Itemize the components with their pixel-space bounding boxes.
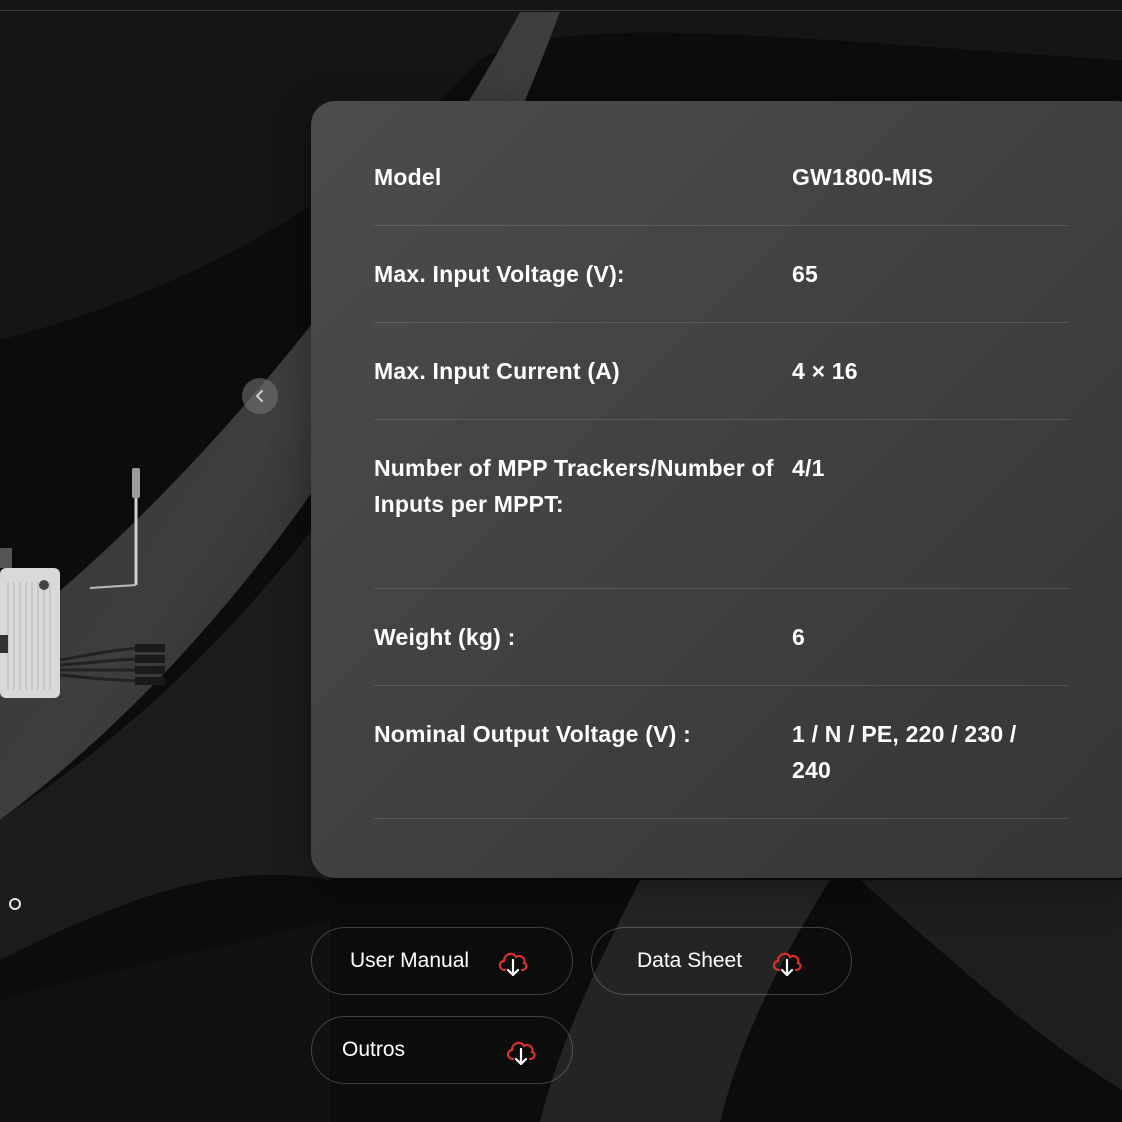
data-sheet-label: Data Sheet: [637, 949, 743, 972]
specifications-card: Model GW1800-MIS Max. Input Voltage (V):…: [311, 101, 1122, 878]
cloud-download-icon: [772, 952, 802, 977]
spec-value: 4 × 16: [792, 358, 858, 384]
spec-label: Max. Input Voltage (V):: [374, 261, 625, 287]
spec-label: Number of MPP Trackers/Number of Inputs …: [374, 455, 774, 517]
spec-row-nominal-output-voltage: Nominal Output Voltage (V) : 1 / N / PE,…: [374, 686, 1069, 819]
spec-row-max-input-current: Max. Input Current (A) 4 × 16: [374, 323, 1069, 420]
spec-value: 1 / N / PE, 220 / 230 / 240: [792, 721, 1017, 783]
spec-label: Model: [374, 164, 442, 190]
spec-value: 4/1: [792, 455, 825, 481]
spec-value: 6: [792, 624, 805, 650]
data-sheet-download-button[interactable]: Data Sheet: [591, 927, 852, 995]
others-label: Outros: [342, 1038, 406, 1061]
spec-row-mpp-trackers: Number of MPP Trackers/Number of Inputs …: [374, 420, 1069, 589]
user-manual-label: User Manual: [350, 949, 470, 972]
spec-row-max-input-voltage: Max. Input Voltage (V): 65: [374, 226, 1069, 323]
specifications-table: Model GW1800-MIS Max. Input Voltage (V):…: [374, 129, 1069, 819]
spec-row-model: Model GW1800-MIS: [374, 129, 1069, 226]
spec-row-weight: Weight (kg) : 6: [374, 589, 1069, 686]
user-manual-download-button[interactable]: User Manual: [311, 927, 573, 995]
carousel-prev-button[interactable]: [242, 378, 278, 414]
chevron-left-icon: [256, 390, 263, 402]
spec-value: GW1800-MIS: [792, 164, 934, 190]
others-download-button[interactable]: Outros: [311, 1016, 573, 1084]
header-divider: [0, 10, 1122, 11]
spec-value: 65: [792, 261, 818, 287]
product-image: [0, 468, 165, 698]
carousel-dot-icon[interactable]: [9, 898, 21, 910]
spec-label: Max. Input Current (A): [374, 358, 620, 384]
spec-label: Nominal Output Voltage (V) :: [374, 721, 691, 747]
cloud-download-icon: [498, 952, 528, 977]
spec-label: Weight (kg) :: [374, 624, 516, 650]
cloud-download-icon: [506, 1041, 536, 1066]
